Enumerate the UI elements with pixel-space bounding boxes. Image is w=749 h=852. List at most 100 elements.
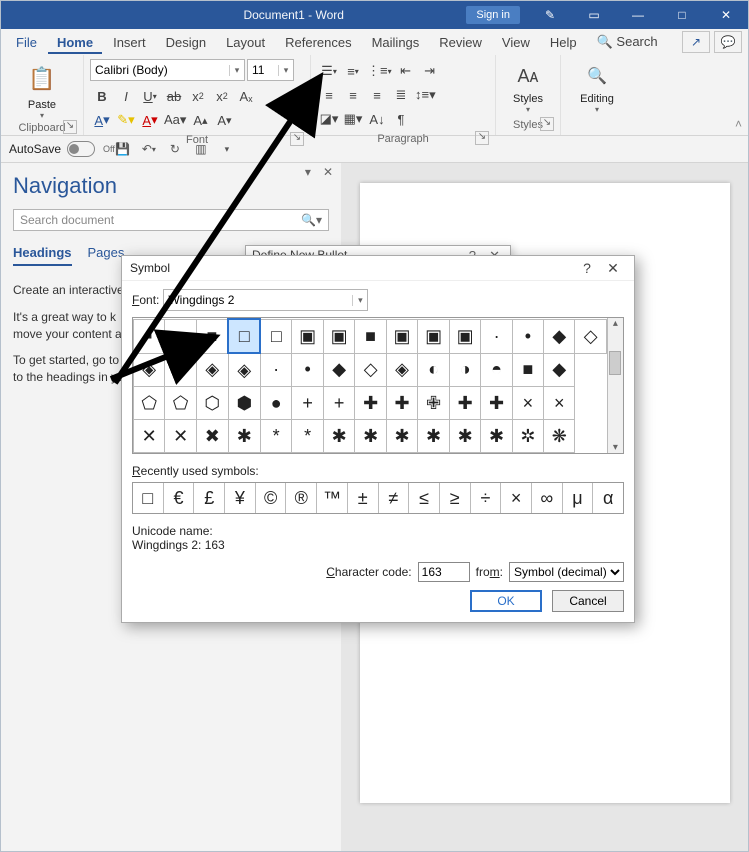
dialog-font-combo[interactable]: ▾ (163, 289, 368, 311)
symbol-cell[interactable]: ⬠ (165, 387, 196, 420)
symbol-cell[interactable]: ◆ (544, 319, 575, 353)
symbol-cell[interactable]: ✱ (418, 420, 450, 453)
symbol-cell[interactable]: ◇ (575, 319, 606, 353)
font-color-button[interactable]: A▾ (91, 109, 113, 131)
symbol-cell[interactable]: • (292, 353, 324, 387)
minimize-button[interactable]: — (616, 1, 660, 29)
symbol-cell[interactable]: ✱ (449, 420, 481, 453)
menu-review[interactable]: Review (430, 31, 491, 54)
numbering-button[interactable]: ≡▾ (342, 60, 364, 82)
share-button[interactable]: ↗ (682, 31, 710, 53)
menu-design[interactable]: Design (157, 31, 215, 54)
collapse-ribbon-button[interactable]: ˄ (735, 117, 742, 131)
styles-button[interactable]: Aᴀ (509, 60, 547, 92)
symbol-cell[interactable]: · (260, 353, 291, 387)
increase-indent-button[interactable]: ⇥ (419, 60, 441, 82)
symbol-cell[interactable]: × (544, 387, 575, 420)
symbol-cell[interactable]: ■ (512, 353, 543, 387)
symbol-cell[interactable]: ■ (196, 319, 228, 353)
ok-button[interactable]: OK (470, 590, 542, 612)
menu-help[interactable]: Help (541, 31, 586, 54)
superscript-button[interactable]: x2 (211, 85, 233, 107)
symbol-cell[interactable]: ✖ (196, 420, 228, 453)
symbol-cell[interactable]: ▣ (386, 319, 418, 353)
symbol-cell[interactable]: ◈ (228, 353, 260, 387)
symbol-cell[interactable]: ⬠ (134, 387, 165, 420)
font-launcher[interactable]: ↘ (290, 132, 304, 146)
symbol-cell[interactable]: □ (228, 319, 260, 353)
chevron-down-icon[interactable]: ▾ (278, 65, 293, 76)
cancel-button[interactable]: Cancel (552, 590, 624, 612)
symbol-cell[interactable]: ⬡ (196, 387, 228, 420)
symbol-cell[interactable]: * (292, 420, 324, 453)
dialog-help-icon[interactable]: ? (574, 260, 600, 276)
symbol-cell[interactable]: ● (260, 387, 291, 420)
menu-insert[interactable]: Insert (104, 31, 155, 54)
recent-symbol-cell[interactable]: ® (286, 483, 317, 513)
styles-launcher[interactable]: ↘ (540, 117, 554, 131)
symbol-cell[interactable]: · (481, 319, 512, 353)
symbol-cell[interactable]: ✚ (449, 387, 481, 420)
menu-view[interactable]: View (493, 31, 539, 54)
recent-symbol-cell[interactable]: ™ (317, 483, 348, 513)
recent-symbol-cell[interactable]: ≥ (440, 483, 471, 513)
symbol-cell[interactable]: ✚ (386, 387, 418, 420)
symbol-cell[interactable]: ◈ (386, 353, 418, 387)
symbol-cell[interactable]: ✱ (355, 420, 386, 453)
recent-symbol-cell[interactable]: ∞ (532, 483, 563, 513)
shading-button[interactable]: ◪▾ (318, 108, 340, 130)
strikethrough-button[interactable]: ab (163, 85, 185, 107)
symbol-cell[interactable]: ◈ (134, 353, 165, 387)
symbol-cell[interactable]: ◓ (481, 353, 512, 387)
symbol-cell[interactable]: ■ (355, 319, 386, 353)
ink-icon[interactable]: ✎ (528, 1, 572, 29)
scroll-thumb[interactable] (609, 351, 621, 375)
dialog-font-input[interactable] (164, 291, 352, 309)
symbol-scrollbar[interactable]: ▴ ▾ (607, 318, 623, 453)
symbol-cell[interactable]: ⬢ (228, 387, 260, 420)
symbol-cell[interactable]: ◈ (165, 353, 196, 387)
align-left-button[interactable]: ≡ (318, 84, 340, 106)
recent-symbol-cell[interactable]: © (256, 483, 287, 513)
underline-button[interactable]: U ▾ (139, 85, 161, 107)
dialog-close-icon[interactable]: ✕ (600, 260, 626, 277)
ribbon-display-icon[interactable]: ▭ (572, 1, 616, 29)
symbol-cell[interactable]: □ (260, 319, 291, 353)
grow-font-button[interactable]: A▴ (189, 109, 211, 131)
nav-tab-pages[interactable]: Pages (88, 245, 125, 266)
change-case-button[interactable]: Aa▾ (163, 109, 187, 131)
symbol-cell[interactable]: ◈ (196, 353, 228, 387)
clipboard-launcher[interactable]: ↘ (63, 120, 77, 134)
symbol-cell[interactable]: ✲ (512, 420, 543, 453)
symbol-cell[interactable]: ✱ (481, 420, 512, 453)
symbol-cell[interactable]: + (292, 387, 324, 420)
scroll-up-icon[interactable]: ▴ (613, 318, 618, 329)
sort-button[interactable]: A↓ (366, 108, 388, 130)
recent-symbol-cell[interactable]: ≠ (379, 483, 410, 513)
font-color2-button[interactable]: A▾ (139, 109, 161, 131)
highlight-button[interactable]: ✎▾ (115, 109, 137, 131)
recent-symbol-cell[interactable]: ± (348, 483, 379, 513)
menu-mailings[interactable]: Mailings (363, 31, 429, 54)
charcode-input[interactable] (418, 562, 470, 582)
from-select[interactable]: Symbol (decimal) (509, 562, 624, 582)
symbol-cell[interactable]: ◇ (355, 353, 386, 387)
symbol-cell[interactable]: ❋ (544, 420, 575, 453)
chevron-down-icon[interactable]: ▾ (229, 65, 244, 76)
font-size-combo[interactable]: ▾ (247, 59, 294, 81)
recent-symbol-cell[interactable]: α (593, 483, 623, 513)
recent-symbol-cell[interactable]: ≤ (409, 483, 440, 513)
decrease-indent-button[interactable]: ⇤ (395, 60, 417, 82)
line-spacing-button[interactable]: ↕≡▾ (414, 84, 437, 106)
italic-button[interactable]: I (115, 85, 137, 107)
nav-tab-headings[interactable]: Headings (13, 245, 72, 266)
symbol-cell[interactable]: ✕ (134, 420, 165, 453)
paste-button[interactable]: 📋 (23, 60, 61, 98)
menu-file[interactable]: File (7, 31, 46, 54)
font-family-combo[interactable]: ▾ (90, 59, 245, 81)
maximize-button[interactable]: □ (660, 1, 704, 29)
recent-symbol-cell[interactable]: □ (133, 483, 164, 513)
symbol-cell[interactable]: ✚ (481, 387, 512, 420)
font-size-input[interactable] (248, 61, 278, 79)
search-icon[interactable]: 🔍▾ (301, 213, 322, 227)
